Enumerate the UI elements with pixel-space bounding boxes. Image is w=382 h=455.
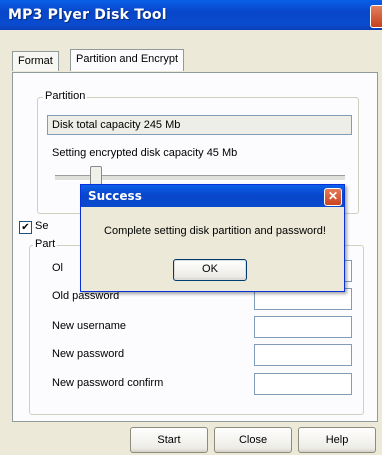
- tab-partition-encrypt[interactable]: Partition and Encrypt: [70, 49, 185, 71]
- set-password-checkbox-label: Se: [35, 220, 49, 232]
- password-legend: Part: [33, 238, 58, 250]
- new-password-input[interactable]: [254, 344, 352, 366]
- old-username-label: Ol: [52, 262, 63, 274]
- window-close-button[interactable]: [370, 5, 382, 28]
- start-button[interactable]: Start: [130, 427, 208, 453]
- dialog-title: Success: [88, 189, 142, 203]
- total-capacity-field: Disk total capacity 245 Mb: [47, 115, 352, 135]
- window-title: MP3 Plyer Disk Tool: [8, 7, 167, 23]
- help-button[interactable]: Help: [298, 427, 376, 453]
- tab-format[interactable]: Format: [12, 51, 59, 71]
- partition-legend: Partition: [43, 90, 88, 102]
- dialog-close-icon[interactable]: ✕: [324, 188, 342, 206]
- new-username-label: New username: [52, 320, 126, 332]
- set-password-checkbox[interactable]: ✔: [19, 221, 32, 234]
- success-dialog: Success ✕ Complete setting disk partitio…: [80, 184, 345, 292]
- dialog-message: Complete setting disk partition and pass…: [104, 225, 326, 237]
- dialog-ok-button[interactable]: OK: [173, 259, 247, 281]
- capacity-slider-thumb[interactable]: [90, 166, 102, 186]
- new-password-label: New password: [52, 348, 125, 360]
- new-password-confirm-input[interactable]: [254, 373, 352, 395]
- encrypted-capacity-label: Setting encrypted disk capacity 45 Mb: [52, 147, 238, 159]
- new-password-confirm-label: New password confirm: [52, 377, 164, 389]
- new-username-input[interactable]: [254, 316, 352, 338]
- close-button[interactable]: Close: [214, 427, 292, 453]
